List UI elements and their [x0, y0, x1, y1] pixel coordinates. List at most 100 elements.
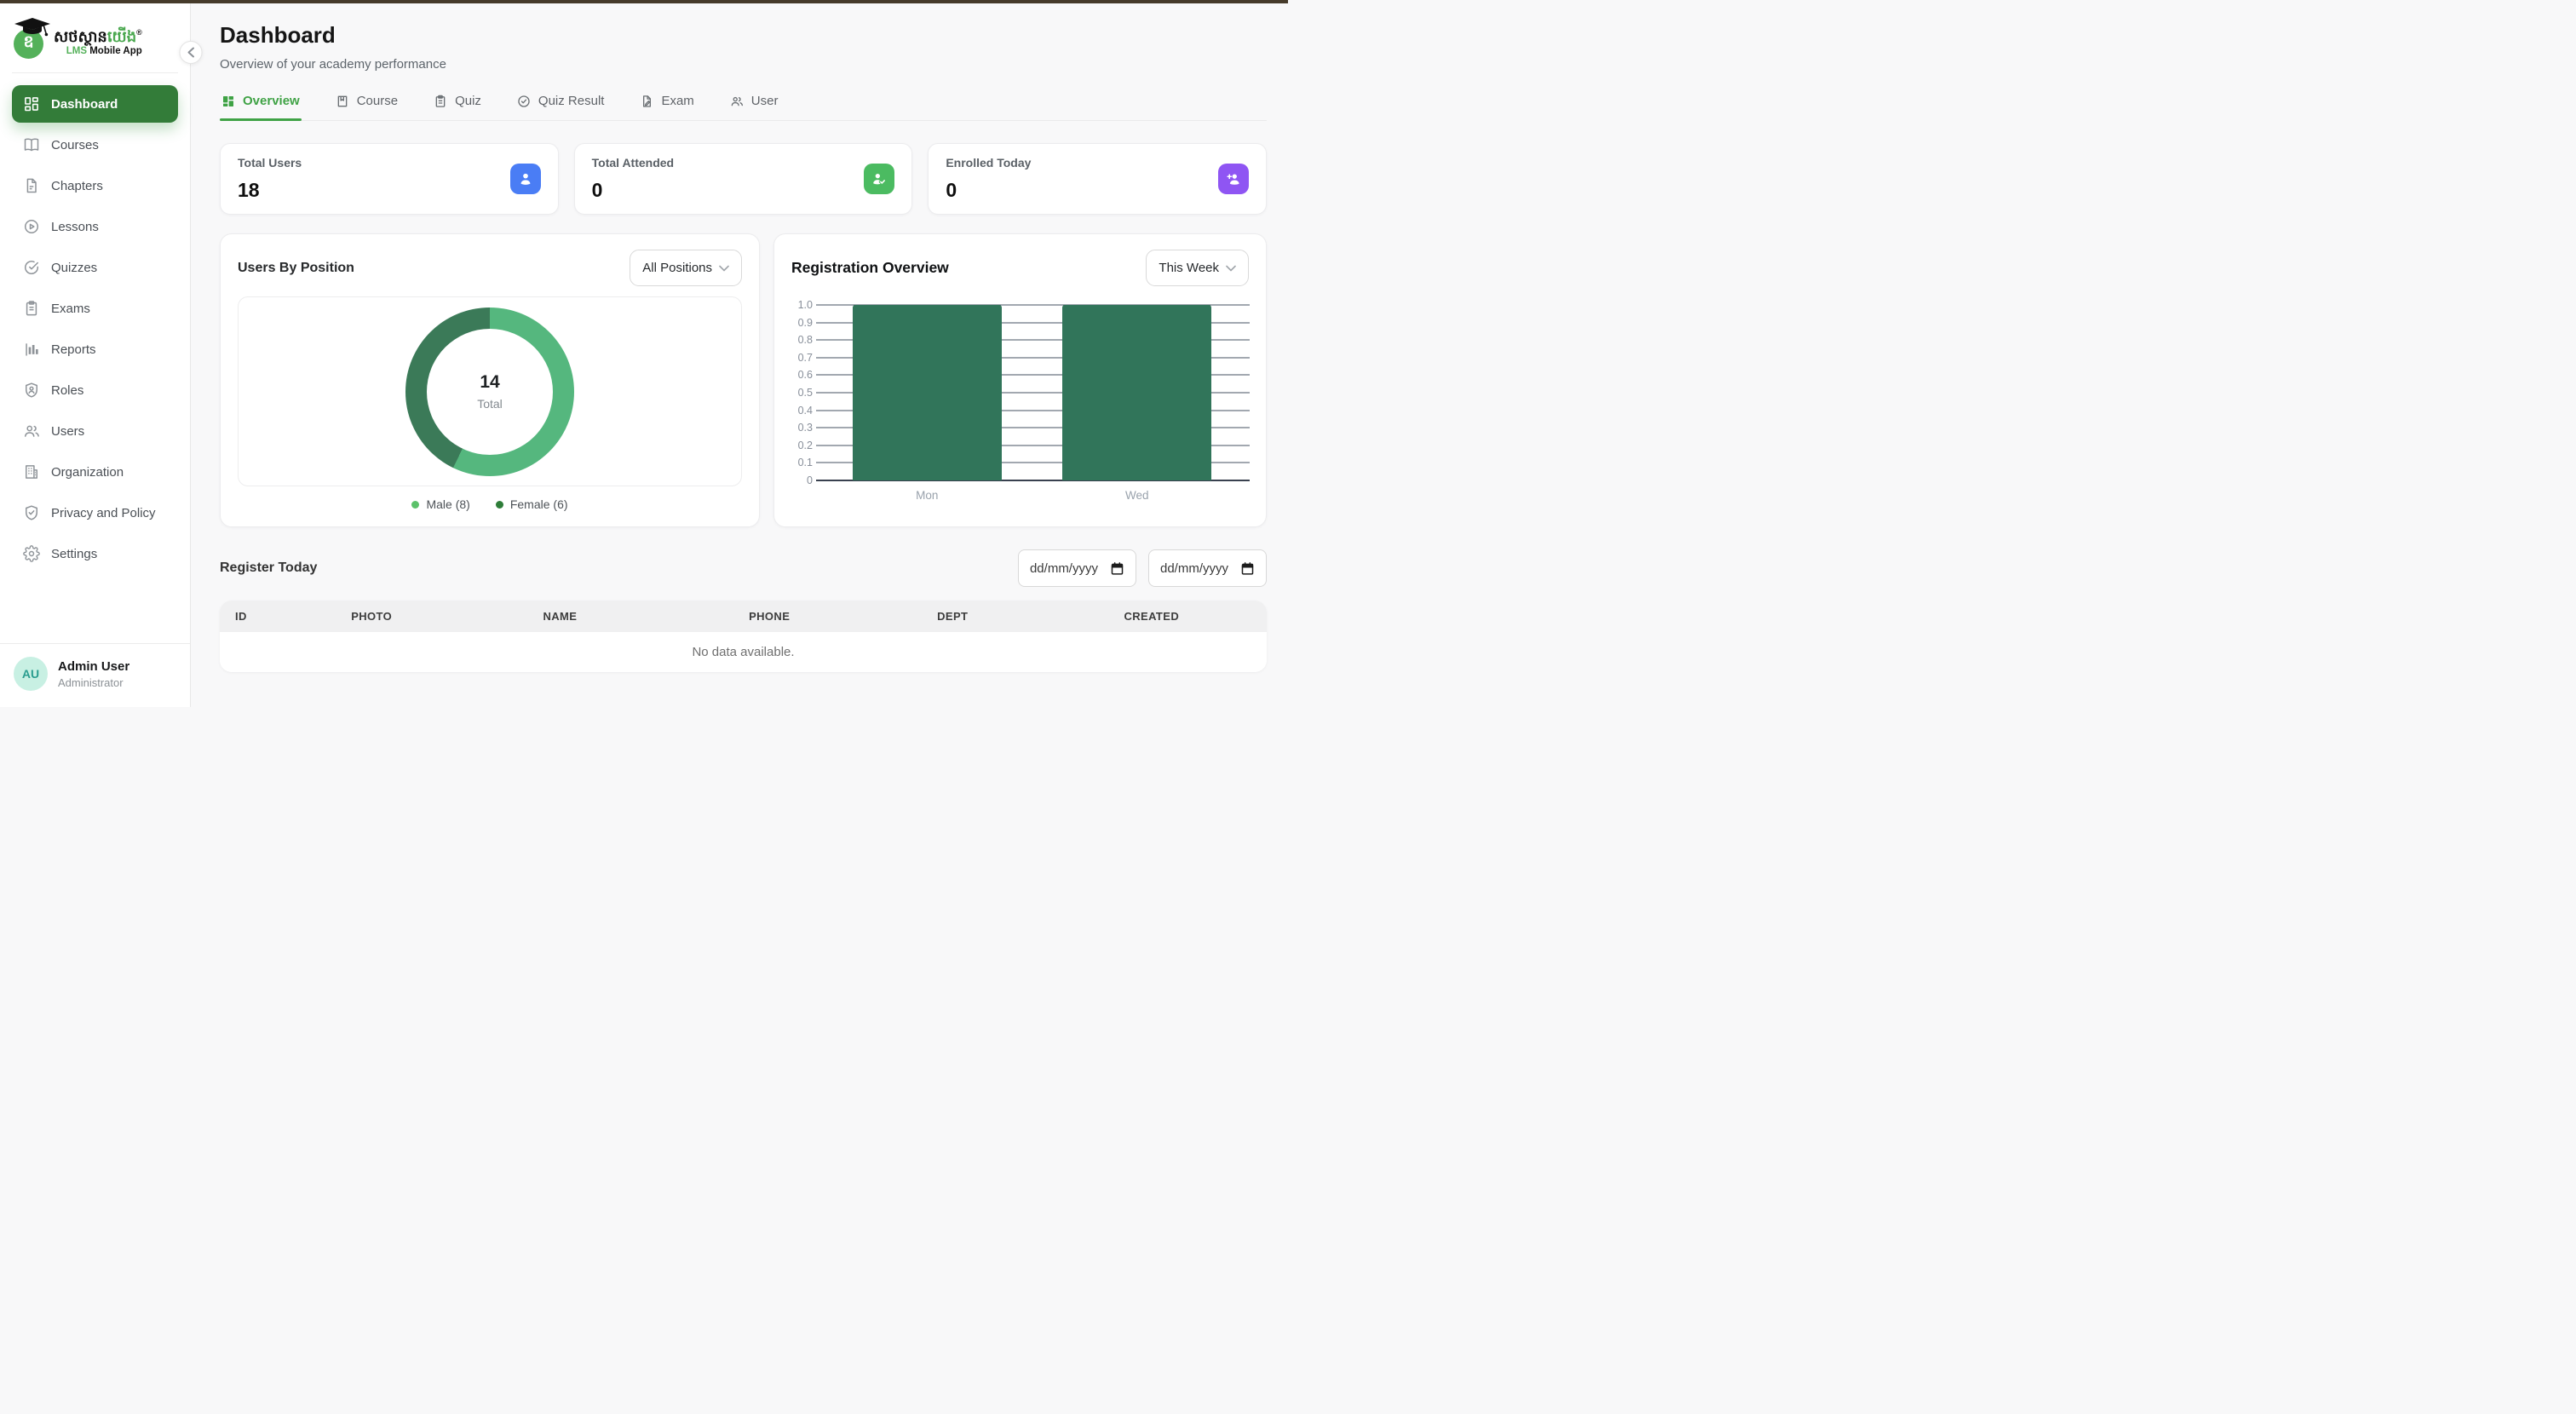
- stat-card-total-attended: Total Attended 0: [574, 143, 913, 215]
- stat-value: 0: [592, 179, 674, 202]
- registered-mark: ®: [136, 28, 142, 37]
- y-axis-tick-label: 0.9: [798, 317, 813, 329]
- calendar-icon: [1110, 561, 1124, 576]
- y-axis-tick-label: 0.4: [798, 405, 813, 417]
- user-role: Administrator: [58, 676, 129, 689]
- stat-label: Enrolled Today: [946, 156, 1031, 170]
- registration-bar: [1062, 305, 1211, 480]
- tab-overview[interactable]: Overview: [220, 92, 302, 120]
- page-subtitle: Overview of your academy performance: [220, 57, 1267, 72]
- user-name: Admin User: [58, 659, 129, 674]
- sidebar-item-roles[interactable]: Roles: [12, 371, 178, 409]
- sidebar-item-label: Chapters: [51, 179, 103, 193]
- donut-chart-container: 14 Total: [238, 296, 742, 486]
- user-check-icon: [864, 164, 894, 194]
- sidebar-collapse-button[interactable]: [180, 41, 203, 64]
- book-icon: [336, 95, 349, 108]
- sidebar-item-label: Reports: [51, 342, 96, 357]
- legend-dot-male: [411, 501, 419, 509]
- donut-chart: 14 Total: [405, 308, 574, 476]
- sidebar-item-label: Dashboard: [51, 97, 118, 112]
- date-to-input[interactable]: dd/mm/yyyy: [1148, 549, 1267, 587]
- sidebar-item-settings[interactable]: Settings: [12, 535, 178, 572]
- y-axis-tick-label: 0.6: [798, 369, 813, 381]
- x-axis-category-label: Mon: [916, 489, 938, 502]
- sidebar-item-label: Roles: [51, 383, 83, 398]
- sidebar-item-label: Lessons: [51, 220, 99, 234]
- tab-label: Overview: [243, 94, 300, 108]
- sidebar: ឧ សថស្ថានយើង® LMS Mobile App: [0, 3, 191, 707]
- brand-tagline: LMS Mobile App: [54, 46, 142, 56]
- table-header-row: ID PHOTO NAME PHONE DEPT CREATED: [220, 601, 1267, 632]
- bar-chart-x-axis: MonWed: [822, 489, 1242, 509]
- legend-item-male[interactable]: Male (8): [411, 497, 469, 511]
- sidebar-item-organization[interactable]: Organization: [12, 453, 178, 491]
- sidebar-item-privacy[interactable]: Privacy and Policy: [12, 494, 178, 532]
- column-header-name: NAME: [450, 601, 670, 632]
- chevron-down-icon: [1226, 265, 1236, 272]
- positions-filter-select[interactable]: All Positions: [630, 250, 742, 286]
- sidebar-item-label: Users: [51, 424, 84, 439]
- sidebar-item-exams[interactable]: Exams: [12, 290, 178, 327]
- sidebar-nav: Dashboard Courses Chapters Lessons: [0, 73, 190, 576]
- brand-logo: ឧ សថស្ថានយើង® LMS Mobile App: [12, 3, 178, 73]
- y-axis-tick-label: 0.2: [798, 440, 813, 451]
- stat-value: 18: [238, 179, 302, 202]
- sidebar-item-lessons[interactable]: Lessons: [12, 208, 178, 245]
- donut-total-label: Total: [477, 397, 503, 411]
- donut-center: 14 Total: [427, 329, 553, 455]
- register-today-header: Register Today dd/mm/yyyy dd/mm/yyyy: [220, 549, 1267, 587]
- stat-card-total-users: Total Users 18: [220, 143, 559, 215]
- register-today-table: ID PHOTO NAME PHONE DEPT CREATED No data…: [220, 601, 1267, 672]
- sidebar-item-courses[interactable]: Courses: [12, 126, 178, 164]
- y-axis-tick-label: 1.0: [798, 299, 813, 311]
- circle-check-icon: [517, 95, 531, 108]
- clipboard-icon: [434, 95, 447, 108]
- users-icon: [23, 422, 40, 440]
- sidebar-user-profile[interactable]: AU Admin User Administrator: [0, 643, 190, 707]
- sidebar-item-dashboard[interactable]: Dashboard: [12, 85, 178, 123]
- week-filter-select[interactable]: This Week: [1146, 250, 1249, 286]
- y-axis-tick-label: 0.7: [798, 352, 813, 364]
- tab-course[interactable]: Course: [334, 92, 400, 120]
- column-header-dept: DEPT: [869, 601, 1037, 632]
- play-circle-icon: [23, 218, 40, 235]
- tab-quiz-result[interactable]: Quiz Result: [515, 92, 607, 120]
- date-from-input[interactable]: dd/mm/yyyy: [1018, 549, 1136, 587]
- users-by-position-title: Users By Position: [238, 261, 354, 276]
- donut-legend: Male (8) Female (6): [238, 497, 742, 511]
- sidebar-item-label: Settings: [51, 547, 97, 561]
- file-pen-icon: [640, 95, 653, 108]
- legend-item-female[interactable]: Female (6): [496, 497, 568, 511]
- sidebar-item-reports[interactable]: Reports: [12, 331, 178, 368]
- column-header-created: CREATED: [1037, 601, 1267, 632]
- dashboard-icon: [23, 95, 40, 112]
- stat-label: Total Users: [238, 156, 302, 170]
- clipboard-icon: [23, 300, 40, 317]
- donut-total-value: 14: [480, 372, 499, 393]
- sidebar-item-quizzes[interactable]: Quizzes: [12, 249, 178, 286]
- bar-chart-icon: [23, 341, 40, 358]
- column-header-id: ID: [220, 601, 293, 632]
- table-empty-row: No data available.: [220, 632, 1267, 672]
- sidebar-item-users[interactable]: Users: [12, 412, 178, 450]
- registration-overview-title: Registration Overview: [791, 259, 949, 277]
- check-circle-icon: [23, 259, 40, 276]
- main-content: Dashboard Overview of your academy perfo…: [191, 3, 1288, 707]
- sidebar-item-chapters[interactable]: Chapters: [12, 167, 178, 204]
- gear-icon: [23, 545, 40, 562]
- empty-state-message: No data available.: [220, 632, 1267, 672]
- sidebar-item-label: Courses: [51, 138, 99, 152]
- y-axis-tick-label: 0.8: [798, 334, 813, 346]
- users-icon: [730, 95, 744, 108]
- building-icon: [23, 463, 40, 480]
- page-title: Dashboard: [220, 22, 1267, 49]
- tab-quiz[interactable]: Quiz: [432, 92, 483, 120]
- tab-label: Quiz Result: [538, 94, 605, 108]
- y-axis-tick-label: 0.1: [798, 457, 813, 468]
- column-header-photo: PHOTO: [293, 601, 450, 632]
- avatar: AU: [14, 657, 48, 691]
- y-axis-tick-label: 0: [807, 474, 813, 486]
- tab-user[interactable]: User: [728, 92, 780, 120]
- tab-exam[interactable]: Exam: [638, 92, 695, 120]
